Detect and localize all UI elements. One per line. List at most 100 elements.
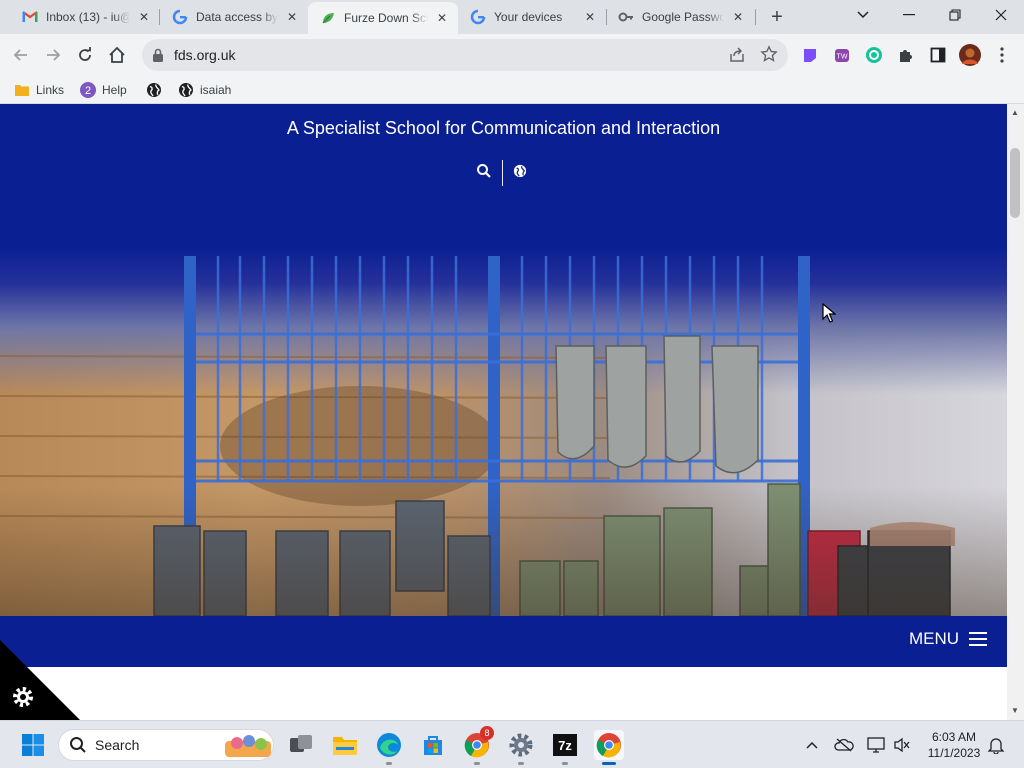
extension-purple-icon[interactable] — [800, 45, 820, 65]
mouse-cursor-icon — [822, 303, 836, 323]
tab-data-access[interactable]: Data access by ✕ — [160, 0, 308, 34]
bookmark-isaiah[interactable]: isaiah — [178, 81, 231, 99]
close-tab-icon[interactable]: ✕ — [730, 9, 746, 25]
running-indicator — [562, 762, 568, 765]
folder-icon — [14, 82, 30, 98]
gear-icon — [13, 687, 33, 707]
arrow-right-icon — [47, 49, 61, 61]
tab-strip: Inbox (13) - iu@ ✕ Data access by ✕ Furz… — [0, 0, 1024, 34]
forward-button[interactable] — [40, 42, 66, 68]
edge-browser-icon[interactable] — [374, 730, 404, 760]
tab-furze-down[interactable]: Furze Down Sch ✕ — [308, 2, 458, 34]
back-button[interactable] — [8, 42, 34, 68]
extensions-puzzle-icon[interactable] — [896, 45, 916, 65]
share-icon[interactable] — [728, 46, 746, 69]
close-tab-icon[interactable]: ✕ — [284, 9, 300, 25]
onedrive-offline-icon[interactable] — [834, 735, 854, 755]
restore-icon — [949, 9, 961, 21]
volume-muted-icon[interactable] — [892, 735, 912, 755]
restore-button[interactable] — [932, 0, 978, 30]
bookmarks-bar: Links 2 Help isaiah — [0, 76, 1024, 104]
running-indicator — [474, 762, 480, 765]
header-tools — [476, 160, 527, 186]
bookmark-globe[interactable] — [146, 81, 168, 99]
bookmark-label: isaiah — [200, 83, 232, 97]
menu-bar: MENU — [0, 616, 1007, 667]
search-icon[interactable] — [476, 163, 492, 184]
minimize-button[interactable] — [886, 0, 932, 30]
scrollbar-thumb[interactable] — [1010, 148, 1020, 218]
key-icon — [618, 9, 634, 25]
tab-google-passwords[interactable]: Google Passwo ✕ — [606, 0, 754, 34]
svg-text:7z: 7z — [558, 738, 572, 753]
accessibility-widget-button[interactable] — [0, 640, 80, 720]
notifications-bell-icon[interactable] — [986, 735, 1006, 755]
tab-inbox[interactable]: Inbox (13) - iu@ ✕ — [10, 0, 160, 34]
menu-button[interactable]: MENU — [909, 629, 987, 649]
taskbar-search[interactable]: Search — [58, 729, 274, 761]
bookmark-links[interactable]: Links — [14, 81, 64, 99]
bookmark-label: Links — [36, 83, 65, 97]
close-icon — [995, 9, 1007, 21]
reload-button[interactable] — [72, 42, 98, 68]
badge-2-icon: 2 — [80, 82, 96, 98]
tab-title: Inbox (13) - iu@ — [46, 10, 130, 24]
clock-date: 11/1/2023 — [927, 746, 981, 760]
windows-start-icon[interactable] — [18, 730, 48, 760]
header-divider — [502, 160, 503, 186]
chrome-menu-icon[interactable] — [992, 45, 1012, 65]
page-scrollbar[interactable]: ▲ ▼ — [1007, 104, 1024, 720]
system-clock[interactable]: 6:03 AM 11/1/2023 — [924, 729, 984, 761]
7zip-icon[interactable]: 7z — [550, 730, 580, 760]
notification-badge: 8 — [480, 726, 494, 740]
svg-text:TW: TW — [837, 54, 848, 61]
chrome-active-icon[interactable] — [594, 730, 624, 760]
extension-tw-icon[interactable]: TW — [832, 45, 852, 65]
profile-avatar[interactable] — [958, 43, 982, 67]
site-header: A Specialist School for Communication an… — [0, 104, 1007, 254]
settings-gear-icon[interactable] — [506, 730, 536, 760]
svg-text:2: 2 — [85, 85, 91, 97]
tab-title: Google Passwo — [642, 10, 724, 24]
extension-grammarly-icon[interactable] — [864, 45, 884, 65]
home-icon — [109, 46, 125, 63]
globe-icon — [178, 82, 194, 98]
task-view-icon[interactable] — [286, 730, 316, 760]
translate-globe-icon[interactable] — [513, 164, 527, 183]
minimize-icon — [903, 14, 915, 16]
bookmark-help[interactable]: 2 Help — [80, 81, 127, 99]
microsoft-store-icon[interactable] — [418, 730, 448, 760]
google-icon — [470, 9, 486, 25]
chrome-profile-icon[interactable]: 8 — [462, 726, 494, 760]
close-tab-icon[interactable]: ✕ — [582, 9, 598, 25]
hamburger-icon — [969, 632, 987, 646]
network-icon[interactable] — [866, 735, 886, 755]
url-text[interactable]: fds.org.uk — [174, 47, 235, 63]
show-hidden-icons-icon[interactable] — [802, 735, 822, 755]
taskbar-search-label: Search — [95, 737, 140, 753]
windows-taskbar: Search 8 7z 6:03 AM 11/1/2023 — [0, 720, 1024, 768]
close-window-button[interactable] — [978, 0, 1024, 30]
scroll-up-arrow-icon[interactable]: ▲ — [1011, 108, 1019, 117]
close-tab-icon[interactable]: ✕ — [434, 10, 450, 26]
tab-search-button[interactable] — [840, 0, 886, 30]
new-tab-button[interactable]: + — [766, 6, 788, 28]
hero-shade — [0, 486, 1007, 616]
site-tagline: A Specialist School for Communication an… — [286, 118, 721, 138]
address-bar[interactable]: fds.org.uk — [142, 39, 788, 71]
scroll-down-arrow-icon[interactable]: ▼ — [1011, 706, 1019, 715]
reload-icon — [79, 47, 91, 61]
lock-icon[interactable] — [152, 48, 164, 67]
home-button[interactable] — [104, 42, 130, 68]
bookmark-star-icon[interactable] — [760, 45, 778, 68]
close-tab-icon[interactable]: ✕ — [136, 9, 152, 25]
file-explorer-icon[interactable] — [330, 730, 360, 760]
hero-image — [0, 246, 1007, 616]
tab-your-devices[interactable]: Your devices ✕ — [458, 0, 606, 34]
running-indicator — [386, 762, 392, 765]
bookmark-label: Help — [102, 83, 127, 97]
running-indicator — [518, 762, 524, 765]
tab-divider — [755, 9, 756, 25]
browser-toolbar: fds.org.uk TW — [0, 34, 1024, 76]
side-panel-icon[interactable] — [928, 45, 948, 65]
